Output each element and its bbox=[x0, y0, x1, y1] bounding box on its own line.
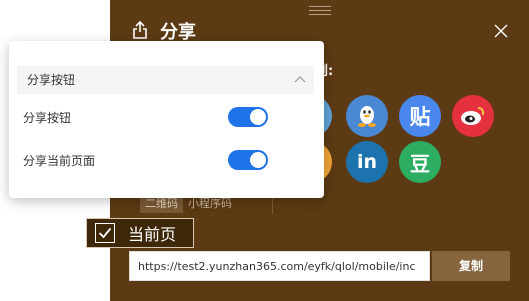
chevron-up-icon[interactable] bbox=[294, 75, 306, 83]
popover-header[interactable]: 分享按钮 bbox=[17, 66, 314, 94]
checkbox-checked-icon bbox=[95, 223, 115, 243]
share-current-page-toggle[interactable] bbox=[228, 150, 268, 170]
current-page-checkbox[interactable]: 当前页 bbox=[86, 218, 194, 248]
linkedin-icon[interactable]: in bbox=[346, 141, 388, 183]
tieba-icon[interactable]: 贴 bbox=[399, 95, 441, 137]
share-button-toggle[interactable] bbox=[228, 107, 268, 127]
qq-penguin-glyph bbox=[358, 106, 376, 127]
current-page-label: 当前页 bbox=[128, 225, 177, 244]
copy-button[interactable]: 复制 bbox=[432, 251, 510, 281]
douban-icon[interactable]: 豆 bbox=[399, 141, 441, 183]
drag-handle[interactable] bbox=[309, 6, 331, 15]
share-url-input[interactable]: https://test2.yunzhan365.com/eyfk/qlol/m… bbox=[129, 251, 430, 281]
share-settings-popover: 分享按钮 分享按钮 分享当前页面 bbox=[9, 41, 324, 198]
share-current-page-label: 分享当前页面 bbox=[23, 154, 96, 168]
close-icon[interactable] bbox=[494, 24, 508, 38]
weibo-icon[interactable] bbox=[452, 95, 494, 137]
qq-icon[interactable] bbox=[346, 95, 388, 137]
popover-header-label: 分享按钮 bbox=[27, 73, 76, 87]
share-icon bbox=[133, 21, 147, 39]
weibo-eye-glyph bbox=[461, 107, 485, 125]
share-button-label: 分享按钮 bbox=[23, 111, 72, 125]
